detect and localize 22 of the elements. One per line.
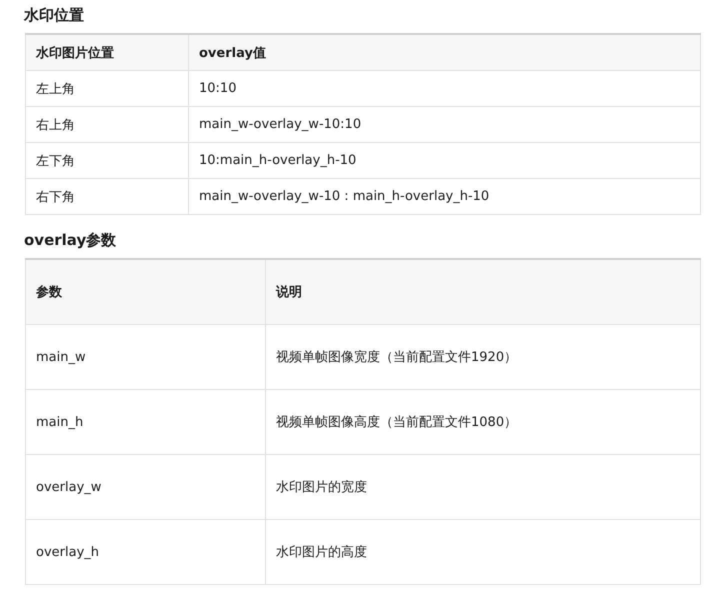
table-cell: 水印图片的高度 [266,520,700,584]
table-cell: 视频单帧图像高度（当前配置文件1080） [266,390,700,454]
table-cell: main_w-overlay_w-10:10 [188,106,700,142]
table-cell: overlay_h [26,520,266,584]
table-cell: 左下角 [26,142,188,178]
table-cell: overlay_w [26,454,266,520]
table-cell: main_w-overlay_w-10 : main_h-overlay_h-10 [188,178,700,214]
column-header: 说明 [266,259,700,324]
table-cell: 10:10 [188,70,700,106]
column-header: 水印图片位置 [26,34,188,70]
table-cell: main_w [26,324,266,390]
table-cell: 右下角 [26,178,188,214]
table-cell: 右上角 [26,106,188,142]
table-cell: 视频单帧图像宽度（当前配置文件1920） [266,324,700,390]
section-heading: overlay参数 [24,230,118,251]
table-cell: main_h [26,390,266,454]
column-header: overlay值 [188,34,700,70]
column-header: 参数 [26,259,266,324]
table-cell: 左上角 [26,70,188,106]
table-cell: 水印图片的宽度 [266,454,700,520]
section-heading: 水印位置 [24,5,85,26]
table-cell: 10:main_h-overlay_h-10 [188,142,700,178]
